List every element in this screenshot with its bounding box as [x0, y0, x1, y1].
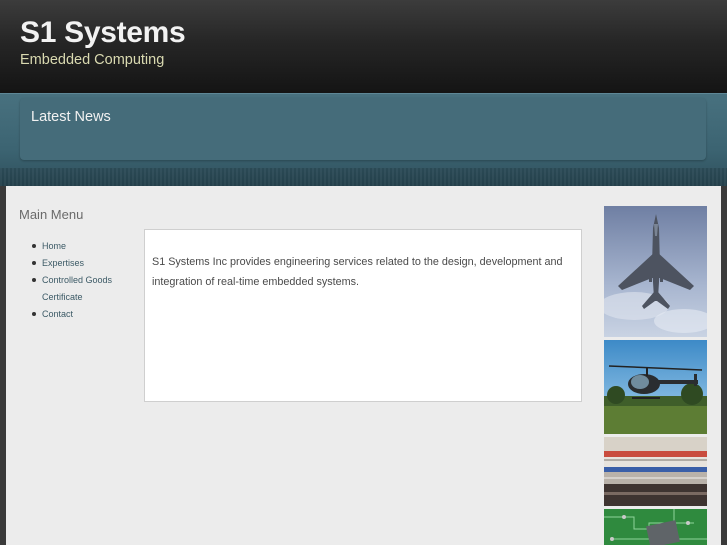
site-tagline: Embedded Computing [20, 52, 165, 68]
site-title[interactable]: S1 Systems [20, 16, 186, 50]
menu-link-expertises[interactable]: Expertises [42, 258, 84, 268]
subway-train-photo [604, 437, 707, 506]
circuit-board-photo [604, 509, 707, 545]
main-content-box: S1 Systems Inc provides engineering serv… [144, 229, 582, 402]
main-menu-title: Main Menu [19, 207, 84, 222]
menu-item-home[interactable]: Home [32, 238, 132, 255]
menu-item-contact[interactable]: Contact [32, 306, 132, 323]
menu-link-contact[interactable]: Contact [42, 309, 73, 319]
latest-news-panel: Latest News [20, 98, 706, 160]
main-menu: Home Expertises Controlled Goods Certifi… [32, 238, 132, 323]
site-header: S1 Systems Embedded Computing [0, 0, 727, 93]
menu-item-controlled-goods[interactable]: Controlled Goods Certificate [32, 272, 132, 306]
menu-link-home[interactable]: Home [42, 241, 66, 251]
latest-news-title: Latest News [31, 109, 111, 125]
menu-item-expertises[interactable]: Expertises [32, 255, 132, 272]
news-band: Latest News [0, 93, 727, 186]
menu-link-controlled-goods[interactable]: Controlled Goods Certificate [42, 275, 112, 302]
fighter-jet-photo [604, 206, 707, 337]
helicopter-photo [604, 340, 707, 434]
intro-text: S1 Systems Inc provides engineering serv… [152, 256, 563, 288]
